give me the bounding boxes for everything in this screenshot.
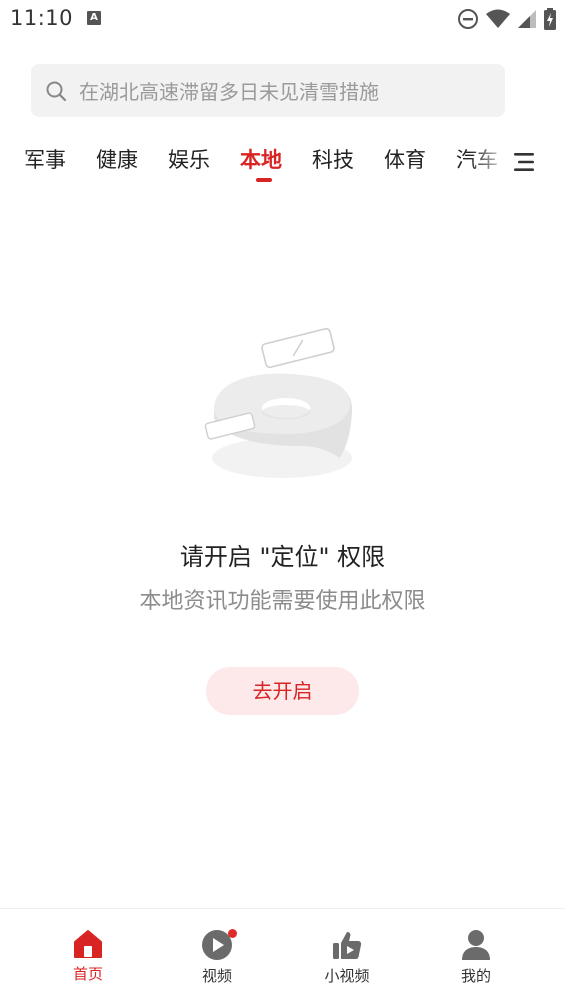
tabs-fade-right: [470, 140, 510, 184]
status-bar: 11:10 A: [0, 0, 565, 40]
status-time: 11:10: [10, 6, 74, 30]
tab-tech[interactable]: 科技: [312, 144, 354, 174]
tabs-fade-left: [0, 140, 34, 184]
search-icon: [46, 81, 67, 101]
active-tab-indicator: [256, 178, 272, 182]
tab-sports[interactable]: 体育: [384, 144, 426, 174]
menu-icon[interactable]: [512, 150, 536, 174]
permission-title: 请开启 "定位" 权限: [179, 543, 386, 571]
location-pin-illustration: [204, 327, 353, 478]
signal-icon: [518, 10, 536, 28]
bottom-nav: 首页 视频 小视频 我的: [0, 908, 565, 1004]
enable-location-button[interactable]: 去开启: [206, 667, 359, 715]
tab-entertainment[interactable]: 娱乐: [168, 144, 210, 174]
nav-home[interactable]: 首页: [43, 929, 133, 984]
tab-health[interactable]: 健康: [96, 144, 138, 174]
nav-short-video[interactable]: 小视频: [302, 929, 392, 986]
permission-subtitle: 本地资讯功能需要使用此权限: [139, 589, 426, 614]
nav-video[interactable]: 视频: [172, 929, 262, 986]
search-placeholder: 在湖北高速滞留多日未见清雪措施: [79, 80, 379, 104]
home-icon: [74, 930, 102, 958]
thumbs-up-video-icon: [333, 932, 362, 959]
dnd-icon: [458, 9, 478, 29]
battery-charging-icon: [544, 8, 556, 30]
wifi-icon: [486, 9, 510, 28]
nav-profile-label: 我的: [460, 967, 491, 985]
status-icons: [457, 8, 557, 30]
nav-video-label: 视频: [201, 967, 232, 985]
person-icon: [462, 930, 490, 960]
search-bar[interactable]: 在湖北高速滞留多日未见清雪措施: [31, 64, 505, 117]
nav-short-video-label: 小视频: [324, 967, 370, 985]
nav-home-label: 首页: [72, 965, 103, 983]
notification-a-icon: A: [87, 11, 101, 25]
video-badge-dot: [228, 929, 237, 938]
tab-local[interactable]: 本地: [240, 144, 282, 174]
nav-profile[interactable]: 我的: [431, 929, 521, 986]
